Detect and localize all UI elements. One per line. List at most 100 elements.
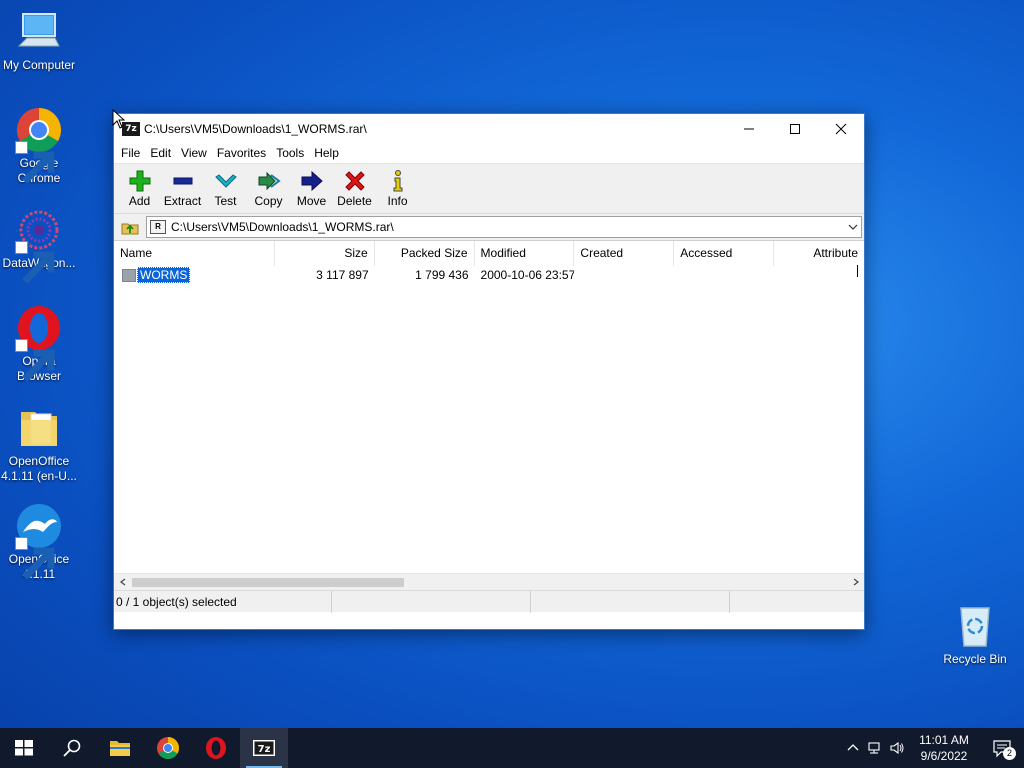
copy-button-label: Copy — [254, 194, 283, 208]
copy-button[interactable]: Copy — [247, 164, 290, 208]
address-dropdown-button[interactable] — [845, 217, 861, 237]
desktop-icon-label: My Computer — [2, 58, 76, 72]
clock-date: 9/6/2022 — [920, 749, 968, 763]
status-cell-2 — [332, 590, 531, 613]
column-header-attributes[interactable]: Attribute — [774, 241, 864, 266]
shortcut-arrow-icon — [15, 339, 55, 382]
chevron-down-icon — [848, 224, 858, 230]
chevron-left-icon — [119, 578, 125, 586]
desktop-icon-label: Recycle Bin — [943, 652, 1007, 666]
taskbar-chrome[interactable] — [144, 728, 192, 768]
openoffice-icon — [15, 502, 63, 580]
folder-icon — [15, 404, 63, 452]
minimize-icon — [744, 128, 754, 129]
arrow-right-icon — [301, 170, 323, 192]
menu-view[interactable]: View — [176, 146, 212, 160]
address-combobox[interactable]: R C:\Users\VM5\Downloads\1_WORMS.rar\ — [146, 216, 862, 238]
chrome-icon — [15, 106, 63, 184]
menu-edit[interactable]: Edit — [145, 146, 176, 160]
chrome-icon — [157, 737, 179, 759]
desktop-icon-openoffice[interactable]: OpenOffice 4.1.11 — [0, 502, 78, 582]
menu-file[interactable]: File — [116, 146, 145, 160]
desktop-icon-recycle-bin[interactable]: Recycle Bin — [936, 602, 1014, 667]
info-button[interactable]: Info — [376, 164, 419, 208]
window-title: C:\Users\VM5\Downloads\1_WORMS.rar\ — [144, 121, 367, 136]
search-icon — [63, 739, 81, 757]
show-hidden-icons-button[interactable] — [842, 728, 864, 768]
file-size: 3 117 897 — [316, 268, 369, 282]
desktop-icon-label: OpenOffice 4.1.11 (en-U... — [1, 454, 77, 483]
file-modified: 2000-10-06 23:57 — [480, 268, 575, 282]
horizontal-scrollbar[interactable] — [114, 573, 864, 590]
scroll-left-button[interactable] — [114, 574, 131, 591]
taskbar-7zip[interactable]: 7z — [240, 728, 288, 768]
column-header-size[interactable]: Size — [275, 241, 375, 266]
desktop-icon-my-computer[interactable]: My Computer — [0, 8, 78, 73]
add-button[interactable]: Add — [118, 164, 161, 208]
double-arrow-right-icon — [258, 171, 281, 191]
search-button[interactable] — [48, 728, 96, 768]
folder-up-icon — [121, 223, 139, 235]
column-header-packed-size[interactable]: Packed Size — [375, 241, 475, 266]
taskbar-file-explorer[interactable] — [96, 728, 144, 768]
status-selection: 0 / 1 object(s) selected — [114, 590, 332, 613]
desktop-icon-datawagon[interactable]: DataWagon... — [0, 206, 78, 284]
column-header-modified[interactable]: Modified — [475, 241, 575, 266]
file-attributes — [774, 265, 864, 285]
action-center-button[interactable]: 2 — [980, 728, 1024, 768]
taskbar-opera[interactable] — [192, 728, 240, 768]
title-bar[interactable]: 7z C:\Users\VM5\Downloads\1_WORMS.rar\ — [114, 114, 864, 143]
shortcut-arrow-icon — [15, 241, 55, 284]
datawagon-icon — [15, 206, 63, 284]
attribute-marker — [857, 265, 859, 277]
scroll-track[interactable] — [131, 574, 847, 591]
start-button[interactable] — [0, 728, 48, 768]
menu-tools[interactable]: Tools — [271, 146, 309, 160]
clock[interactable]: 11:01 AM 9/6/2022 — [908, 732, 980, 764]
file-accessed — [674, 265, 774, 285]
status-bar: 0 / 1 object(s) selected — [114, 590, 864, 613]
mouse-cursor-icon — [112, 109, 126, 129]
volume-button[interactable] — [886, 728, 908, 768]
status-cell-3 — [531, 590, 730, 613]
file-packed-size: 1 799 436 — [415, 268, 469, 282]
notification-count-badge: 2 — [1003, 747, 1016, 760]
menu-favorites[interactable]: Favorites — [212, 146, 271, 160]
archive-window: 7z C:\Users\VM5\Downloads\1_WORMS.rar\ F… — [113, 113, 865, 630]
move-button-label: Move — [296, 194, 327, 208]
7zip-icon: 7z — [253, 740, 275, 756]
system-tray: 11:01 AM 9/6/2022 2 — [842, 728, 1024, 768]
column-header-created[interactable]: Created — [574, 241, 675, 266]
test-button[interactable]: Test — [204, 164, 247, 208]
file-name-cell[interactable]: WORMS — [114, 265, 275, 285]
maximize-button[interactable] — [772, 114, 818, 143]
desktop-icon-opera-browser[interactable]: Opera Browser — [0, 304, 78, 384]
table-row[interactable]: WORMS 3 117 897 1 799 436 2000-10-06 23:… — [114, 265, 864, 285]
column-header-row: Name Size Packed Size Modified Created A… — [114, 240, 864, 266]
maximize-icon — [790, 123, 800, 134]
scroll-right-button[interactable] — [847, 574, 864, 591]
move-button[interactable]: Move — [290, 164, 333, 208]
desktop-icon-openoffice-folder[interactable]: OpenOffice 4.1.11 (en-U... — [0, 404, 78, 484]
minimize-button[interactable] — [726, 114, 772, 143]
file-created — [574, 265, 674, 285]
file-name: WORMS — [137, 267, 191, 283]
info-button-label: Info — [387, 194, 408, 208]
address-path: C:\Users\VM5\Downloads\1_WORMS.rar\ — [171, 220, 394, 234]
chevron-right-icon — [853, 578, 859, 586]
column-header-name[interactable]: Name — [114, 241, 275, 266]
plus-icon — [129, 170, 150, 192]
toolbar: Add Extract Test Copy Move Delete Info — [114, 164, 864, 214]
menu-help[interactable]: Help — [309, 146, 344, 160]
network-button[interactable] — [864, 728, 886, 768]
desktop-icon-google-chrome[interactable]: Google Chrome — [0, 106, 78, 186]
speaker-icon — [890, 741, 904, 755]
menu-bar: File Edit View Favorites Tools Help — [114, 143, 864, 164]
delete-button[interactable]: Delete — [333, 164, 376, 208]
column-header-accessed[interactable]: Accessed — [674, 241, 775, 266]
file-list[interactable]: WORMS 3 117 897 1 799 436 2000-10-06 23:… — [114, 265, 864, 573]
extract-button[interactable]: Extract — [161, 164, 204, 208]
scroll-thumb[interactable] — [132, 577, 404, 587]
close-button[interactable] — [818, 114, 864, 143]
up-folder-button[interactable] — [118, 216, 142, 238]
